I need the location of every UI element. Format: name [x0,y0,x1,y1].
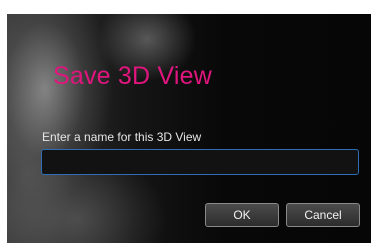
dialog-title: Save 3D View [53,62,212,90]
ok-button[interactable]: OK [205,203,279,227]
save-3d-view-dialog: Save 3D View Enter a name for this 3D Vi… [7,14,371,243]
name-prompt-label: Enter a name for this 3D View [42,130,202,144]
cancel-button[interactable]: Cancel [286,203,360,227]
view-name-input[interactable] [41,149,359,175]
